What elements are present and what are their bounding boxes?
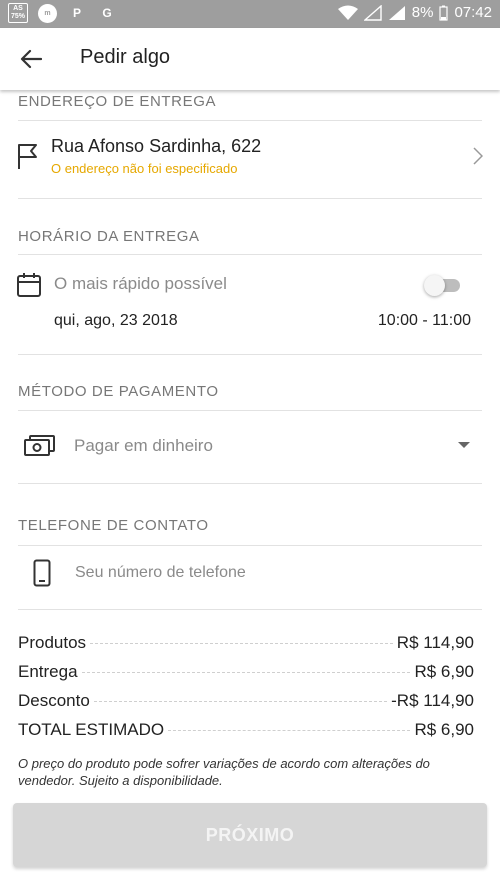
clock: 07:42 xyxy=(454,4,492,21)
divider xyxy=(18,410,482,411)
summary-value: R$ 6,90 xyxy=(414,720,474,739)
delivery-time-range[interactable]: 10:00 - 11:00 xyxy=(378,312,471,330)
battery-icon xyxy=(439,5,449,21)
page-title: Pedir algo xyxy=(80,46,171,68)
summary-label: TOTAL ESTIMADO xyxy=(18,720,165,739)
section-label-contact: TELEFONE DE CONTATO xyxy=(18,517,209,534)
notification-icons: AS 75% m P G xyxy=(8,3,117,23)
divider xyxy=(18,354,482,355)
phone-input[interactable] xyxy=(75,560,465,586)
dotted-leader xyxy=(93,701,388,702)
address-street: Rua Afonso Sardinha, 622 xyxy=(51,136,262,156)
summary-value: R$ 6,90 xyxy=(414,662,474,681)
p-notification-icon: P xyxy=(72,6,81,20)
section-label-address: ENDEREÇO DE ENTREGA xyxy=(18,93,217,110)
summary-row-products: Produtos R$ 114,90 xyxy=(18,633,474,653)
divider xyxy=(18,254,482,255)
summary-value: R$ 114,90 xyxy=(396,633,474,652)
dotted-leader xyxy=(168,730,411,731)
status-bar: AS 75% m P G 8% 07:42 xyxy=(0,0,500,28)
section-label-delivery-time: HORÁRIO DA ENTREGA xyxy=(18,228,200,245)
divider xyxy=(18,120,482,121)
signal-icon xyxy=(388,5,405,20)
payment-selected: Pagar em dinheiro xyxy=(74,436,213,455)
divider xyxy=(18,483,482,484)
summary-label: Entrega xyxy=(18,662,78,681)
summary-row-total: TOTAL ESTIMADO R$ 6,90 xyxy=(18,720,474,740)
divider xyxy=(18,545,482,546)
asap-label: O mais rápido possível xyxy=(54,274,227,293)
phone-icon xyxy=(33,559,51,587)
battery-percent: 8% xyxy=(411,4,434,21)
next-button[interactable]: PRÓXIMO xyxy=(13,803,487,867)
summary-row-delivery: Entrega R$ 6,90 xyxy=(18,662,474,682)
g-notification-icon: G xyxy=(102,6,112,20)
flag-icon xyxy=(18,144,37,169)
system-status: 8% 07:42 xyxy=(337,4,492,21)
delivery-date[interactable]: qui, ago, 23 2018 xyxy=(54,312,178,330)
section-label-payment: MÉTODO DE PAGAMENTO xyxy=(18,383,219,400)
summary-value: -R$ 114,90 xyxy=(391,691,474,710)
cash-icon xyxy=(24,435,55,456)
asap-toggle[interactable] xyxy=(424,275,460,296)
divider xyxy=(18,609,482,610)
price-disclaimer: O preço do produto pode sofrer variações… xyxy=(18,756,430,788)
divider xyxy=(18,198,482,199)
summary-row-discount: Desconto -R$ 114,90 xyxy=(18,691,474,711)
dotted-leader xyxy=(81,672,411,673)
dotted-leader xyxy=(90,643,393,644)
back-button[interactable] xyxy=(14,42,48,76)
arrow-left-icon xyxy=(20,49,42,69)
dropdown-arrow-icon xyxy=(458,442,470,448)
app-notification-icon: m xyxy=(38,3,57,23)
address-warning: O endereço não foi especificado xyxy=(51,161,238,176)
app-notification-icon: AS 75% xyxy=(8,3,28,23)
signal-icon xyxy=(363,4,382,21)
app-bar: Pedir algo xyxy=(0,28,500,90)
wifi-icon xyxy=(337,5,358,20)
calendar-icon xyxy=(17,273,41,297)
chevron-right-icon xyxy=(473,147,483,165)
summary-label: Produtos xyxy=(18,633,87,652)
summary-label: Desconto xyxy=(18,691,90,710)
toggle-thumb xyxy=(424,275,445,296)
